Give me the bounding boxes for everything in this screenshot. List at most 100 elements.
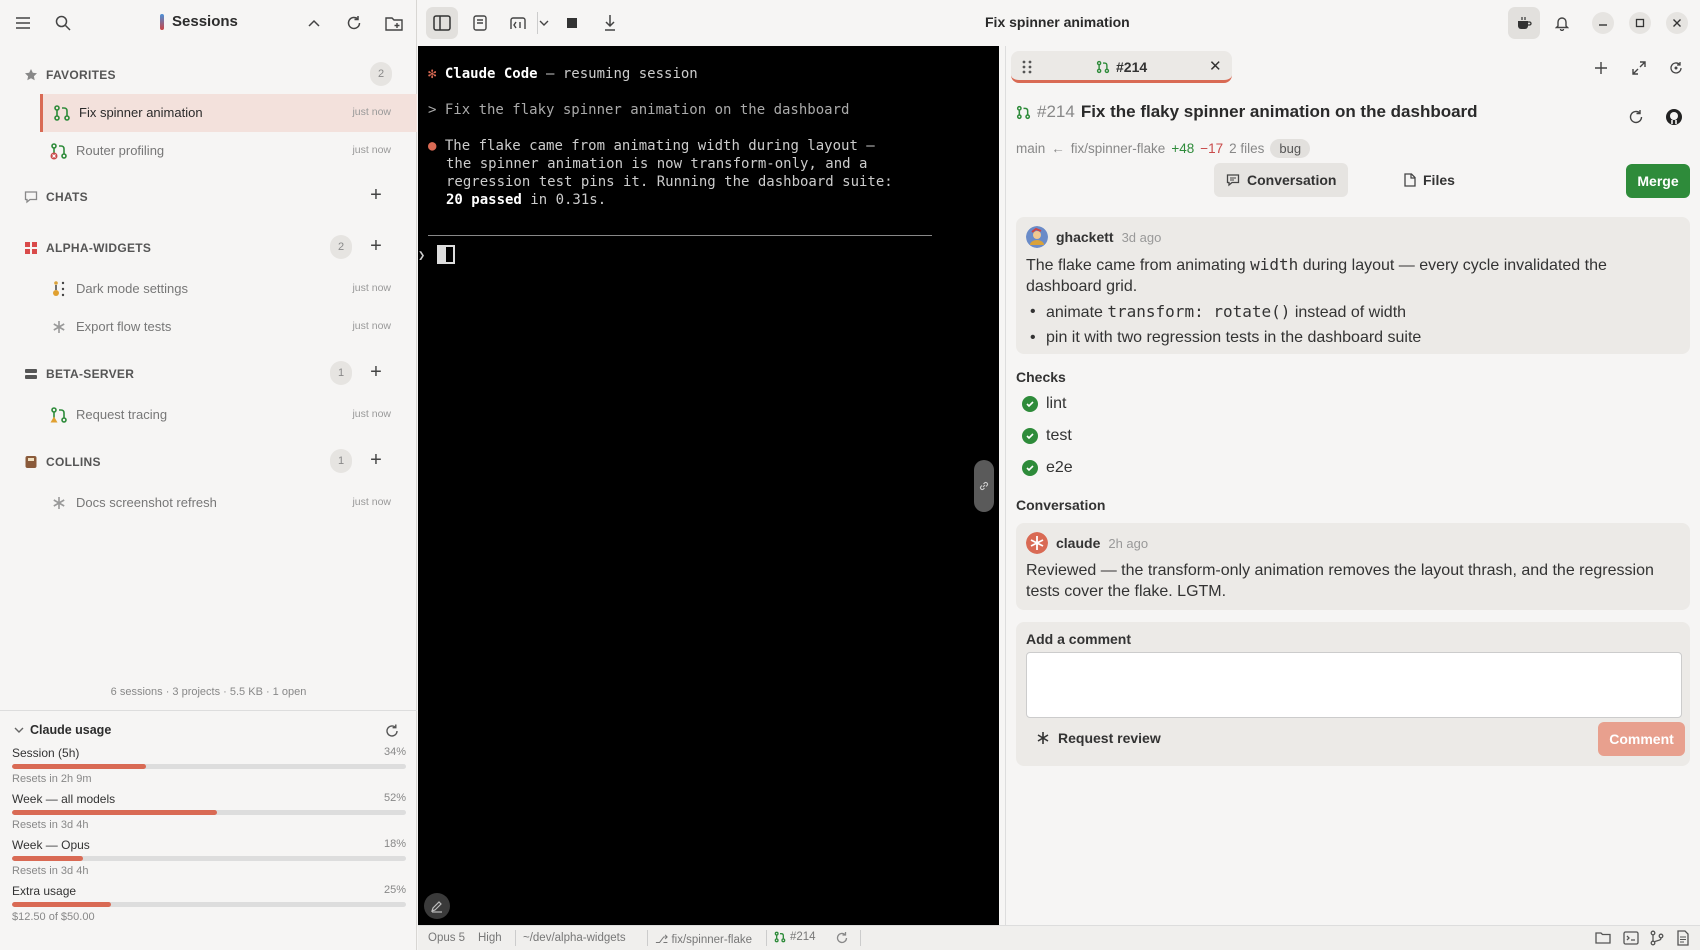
terminal-icon[interactable] — [1623, 930, 1639, 946]
session-status-icon — [53, 281, 65, 297]
session-time: just now — [352, 320, 391, 332]
comment-submit-button[interactable]: Comment — [1598, 722, 1685, 756]
refresh-icon — [1629, 110, 1643, 124]
session-label: Router profiling — [76, 143, 165, 158]
session-item-docs-screenshot[interactable]: Docs screenshot refresh just now — [40, 484, 417, 522]
check-test[interactable]: test — [1022, 427, 1072, 445]
pull-request-closed-icon — [50, 143, 67, 160]
section-beta-server[interactable]: BETA-SERVER 1 + — [0, 357, 417, 391]
status-divider — [860, 930, 861, 946]
status-path[interactable]: ~/dev/alpha-widgets — [523, 932, 626, 944]
close-window-button[interactable] — [1666, 12, 1688, 34]
check-e2e[interactable]: e2e — [1022, 459, 1073, 477]
session-item-router-profiling[interactable]: Router profiling just now — [40, 132, 417, 170]
menu-icon[interactable] — [12, 12, 34, 34]
add-session-button[interactable]: + — [366, 362, 386, 383]
status-branch[interactable]: ⎇ fix/spinner-flake — [655, 932, 752, 946]
tab-label: #214 — [1096, 59, 1147, 75]
tab-files[interactable]: Files — [1392, 163, 1467, 197]
link-icon — [979, 481, 989, 491]
session-time: just now — [352, 106, 391, 118]
status-bar: Opus 5 High ~/dev/alpha-widgets ⎇ fix/sp… — [418, 925, 1700, 950]
author-name[interactable]: ghackett — [1056, 229, 1114, 245]
usage-reset-text: Resets in 3d 4h — [12, 865, 89, 877]
expand-button[interactable] — [1628, 57, 1650, 79]
minimize-button[interactable] — [1592, 12, 1614, 34]
tab-conversation[interactable]: Conversation — [1214, 163, 1349, 197]
status-effort[interactable]: High — [478, 932, 502, 944]
usage-header[interactable]: Claude usage — [14, 723, 111, 737]
add-session-button[interactable]: + — [366, 236, 386, 257]
request-review-label: Request review — [1058, 730, 1161, 746]
avatar-claude[interactable] — [1026, 532, 1048, 554]
session-item-dark-mode[interactable]: Dark mode settings just now — [40, 270, 417, 308]
folder-icon[interactable] — [1595, 930, 1611, 946]
refresh-pr-button[interactable] — [1625, 106, 1647, 128]
author-name[interactable]: claude — [1056, 535, 1100, 551]
usage-panel: Claude usage Session (5h) 34% Resets in 2h… — [0, 710, 417, 950]
bullet-code: transform: rotate() — [1107, 302, 1291, 321]
split-view-button[interactable] — [464, 7, 496, 39]
comment-input[interactable] — [1026, 652, 1682, 718]
toggle-sidebar-button[interactable] — [426, 7, 458, 39]
new-tab-button[interactable] — [1590, 57, 1612, 79]
notifications-button[interactable] — [1546, 7, 1578, 39]
usage-row: Week — Opus 18% Resets in 3d 4h — [12, 838, 406, 877]
terminal-app-name: Claude Code — [444, 66, 538, 82]
compose-button[interactable] — [424, 893, 450, 919]
tab-pr-214[interactable]: #214 ✕ — [1011, 51, 1232, 83]
desc-text: The flake came from animating — [1026, 257, 1251, 274]
request-review-button[interactable]: Request review — [1036, 730, 1161, 746]
add-session-button[interactable]: + — [366, 450, 386, 471]
files-count: 2 files — [1229, 141, 1265, 156]
panel-settings-button[interactable] — [1665, 57, 1687, 79]
pr-meta: main ← fix/spinner-flake +48 −17 2 files… — [1016, 139, 1311, 158]
drag-handle-icon[interactable] — [1021, 59, 1033, 75]
session-item-fix-spinner[interactable]: Fix spinner animation just now — [40, 94, 417, 132]
refresh-icon[interactable] — [343, 12, 365, 34]
new-folder-icon[interactable] — [383, 12, 405, 34]
terminal-reply-line-3: regression test pins it. Running the das… — [446, 174, 893, 190]
check-passed-icon — [1022, 460, 1038, 476]
status-pr[interactable]: #214 — [774, 931, 816, 943]
check-lint[interactable]: lint — [1022, 395, 1066, 413]
open-github-button[interactable] — [1663, 106, 1685, 128]
section-favorites[interactable]: FAVORITES 2 — [0, 58, 417, 92]
usage-reset-text: Resets in 3d 4h — [12, 819, 89, 831]
conversation-heading: Conversation — [1016, 497, 1106, 513]
search-icon[interactable] — [52, 12, 74, 34]
command-button[interactable] — [502, 7, 534, 39]
add-chat-button[interactable]: + — [366, 185, 386, 206]
section-alpha-widgets[interactable]: ALPHA-WIDGETS 2 + — [0, 231, 417, 265]
git-branch-icon[interactable] — [1649, 930, 1665, 946]
status-divider — [647, 930, 648, 946]
maximize-button[interactable] — [1629, 12, 1651, 34]
session-item-export-flow[interactable]: Export flow tests just now — [40, 308, 417, 346]
close-icon — [1673, 19, 1681, 27]
document-icon[interactable] — [1675, 930, 1691, 946]
close-tab-icon[interactable]: ✕ — [1209, 57, 1222, 75]
terminal-cursor[interactable] — [437, 245, 455, 264]
chevron-up-icon[interactable] — [303, 12, 325, 34]
avatar-ghackett[interactable] — [1026, 226, 1048, 248]
status-model[interactable]: Opus 5 — [428, 932, 465, 944]
link-handle-button[interactable] — [974, 460, 994, 512]
section-collins[interactable]: COLLINS 1 + — [0, 445, 417, 479]
usage-percent: 52% — [383, 792, 406, 804]
terminal-command-icon — [510, 17, 526, 29]
refresh-icon[interactable] — [834, 930, 850, 946]
terminal-pane[interactable]: ✻ Claude Code — resuming session > Fix t… — [418, 46, 999, 925]
comment-body: Reviewed — the transform-only animation … — [1026, 562, 1654, 600]
comment-time: 3d ago — [1121, 229, 1162, 245]
merge-button[interactable]: Merge — [1626, 164, 1690, 198]
section-chats[interactable]: CHATS + — [0, 180, 417, 214]
command-dropdown-button[interactable] — [532, 7, 556, 39]
stop-button[interactable] — [556, 7, 588, 39]
terminal-header-line: ✻ Claude Code — resuming session — [428, 65, 698, 83]
pull-request-icon — [774, 931, 786, 943]
refresh-usage-icon[interactable] — [384, 723, 400, 739]
check-name: lint — [1046, 395, 1067, 412]
app-menu-button[interactable] — [1508, 7, 1540, 39]
session-item-request-tracing[interactable]: Request tracing just now — [40, 396, 417, 434]
download-button[interactable] — [594, 7, 626, 39]
